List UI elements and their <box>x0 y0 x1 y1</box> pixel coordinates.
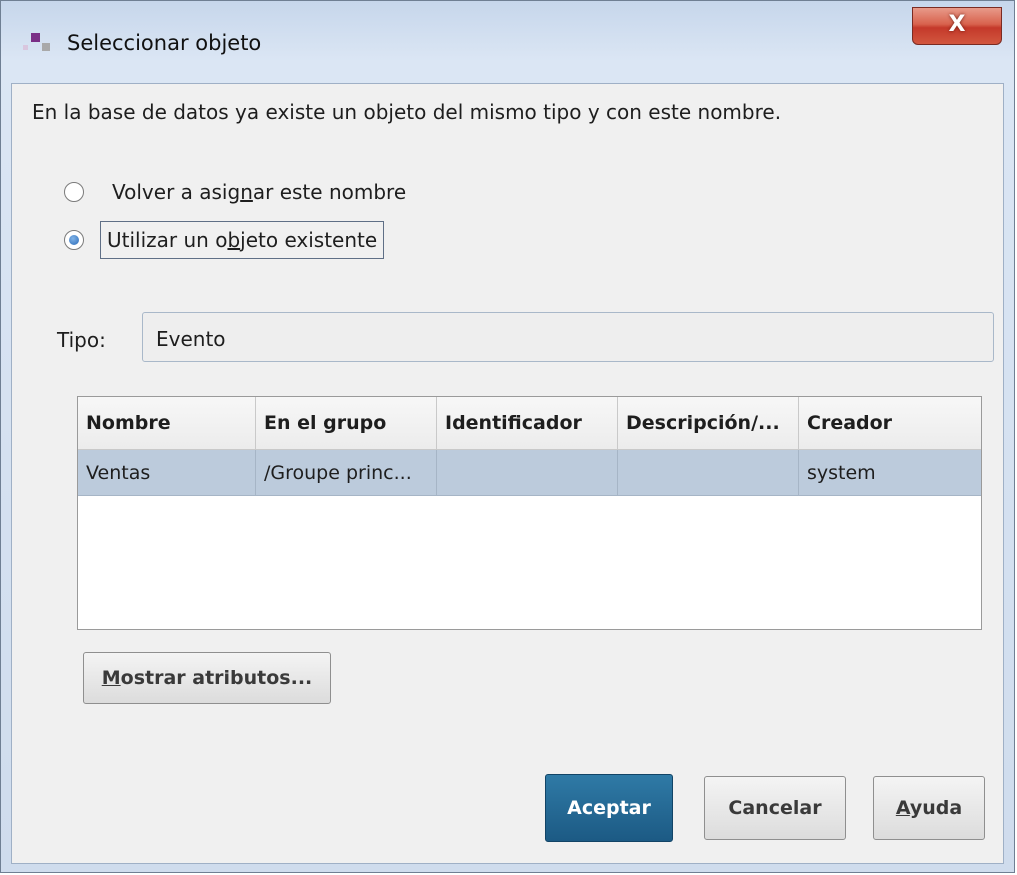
column-header-grupo[interactable]: En el grupo <box>256 397 437 449</box>
radio-rename[interactable] <box>64 182 84 202</box>
window-title: Seleccionar objeto <box>67 31 262 55</box>
option-rename-label: Volver a asignar este nombre <box>112 180 407 204</box>
column-header-nombre[interactable]: Nombre <box>78 397 256 449</box>
option-use-existing-label: Utilizar un objeto existente <box>100 221 385 259</box>
table-header: Nombre En el grupo Identificador Descrip… <box>78 397 981 450</box>
cell-descripcion <box>618 450 799 495</box>
title-bar[interactable]: Seleccionar objeto X <box>1 1 1014 83</box>
close-button[interactable]: X <box>912 7 1002 45</box>
table-row[interactable]: Ventas /Groupe princ... system <box>78 450 981 496</box>
objects-table[interactable]: Nombre En el grupo Identificador Descrip… <box>77 396 982 630</box>
info-message: En la base de datos ya existe un objeto … <box>32 100 782 124</box>
cancel-button[interactable]: Cancelar <box>704 776 846 840</box>
option-rename[interactable]: Volver a asignar este nombre <box>64 174 412 210</box>
type-label: Tipo: <box>57 328 106 352</box>
column-header-descripcion[interactable]: Descripción/... <box>618 397 799 449</box>
column-header-identificador[interactable]: Identificador <box>437 397 618 449</box>
show-attributes-button[interactable]: Mostrar atributos... <box>83 652 331 704</box>
option-use-existing[interactable]: Utilizar un objeto existente <box>64 221 385 259</box>
help-button[interactable]: Ayuda <box>873 776 985 840</box>
radio-use-existing[interactable] <box>64 230 84 250</box>
close-icon: X <box>948 12 966 37</box>
cell-creador: system <box>807 462 876 484</box>
cell-nombre: Ventas <box>78 450 256 495</box>
app-icon <box>23 31 55 53</box>
cell-identificador <box>437 450 618 495</box>
column-header-creador[interactable]: Creador <box>799 397 981 449</box>
cell-grupo: /Groupe princ... <box>256 450 437 495</box>
type-field: Evento <box>142 312 994 362</box>
accept-button[interactable]: Aceptar <box>545 774 673 842</box>
dialog-window: Seleccionar objeto X En la base de datos… <box>0 0 1015 873</box>
dialog-body: En la base de datos ya existe un objeto … <box>11 83 1004 864</box>
